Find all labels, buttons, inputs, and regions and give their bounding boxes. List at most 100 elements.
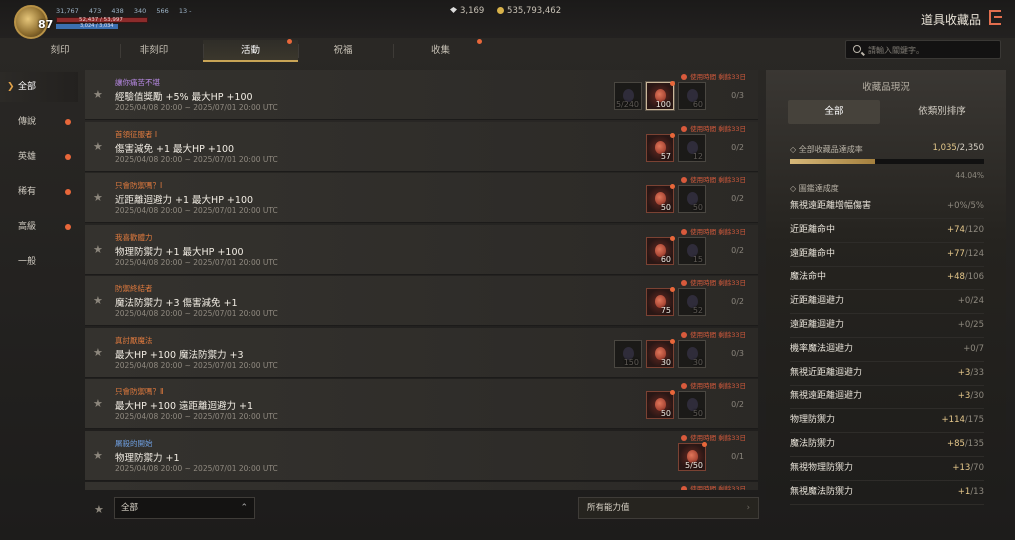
search-box[interactable]: [845, 40, 1001, 59]
stat-4: 340: [133, 7, 147, 15]
item-count: 52: [692, 306, 703, 315]
item-count: 50: [660, 203, 671, 212]
progress-fraction: 0/2: [731, 297, 744, 306]
stat-value: +1/13: [958, 481, 984, 503]
alert-icon: [681, 177, 688, 183]
sidebar-item-label: 傳說: [18, 117, 37, 127]
search-icon: [853, 45, 861, 53]
sidebar-item-1[interactable]: 傳說: [0, 107, 78, 137]
sidebar-item-5[interactable]: 一般: [0, 247, 78, 277]
favorite-star-icon[interactable]: ★: [93, 294, 103, 307]
collection-row[interactable]: ★ 防禦終結者 魔法防禦力 +3 傷害減免 +1 2025/04/08 20:00 ~…: [85, 276, 758, 326]
collection-row[interactable]: ★ 只會防禦嗎？Ⅱ 最大HP +100 遠距離迴避力 +1 2025/04/08 20…: [85, 379, 758, 429]
tab-label: 收集: [430, 45, 450, 56]
item-slot[interactable]: 15: [678, 236, 706, 265]
item-slot[interactable]: 12: [678, 133, 706, 162]
item-slot[interactable]: 50: [646, 184, 675, 213]
item-slot[interactable]: 60: [646, 235, 675, 265]
alert-icon: [681, 74, 688, 80]
item-slot[interactable]: 75: [646, 287, 675, 316]
time-remaining: 使用時間 剩餘33日: [681, 277, 746, 287]
sidebar-item-2[interactable]: 英雄: [0, 142, 78, 172]
item-slot[interactable]: 100: [646, 81, 675, 110]
item-slot[interactable]: 50: [678, 391, 706, 419]
timer-text: 使用時間 剩餘33日: [690, 176, 746, 184]
all-stats-button[interactable]: 所有能力值 ›: [578, 497, 759, 519]
collection-row[interactable]: ★ 真討厭魔法 最大HP +100 魔法防禦力 +3 2025/04/08 20:00…: [85, 327, 758, 378]
tab-2[interactable]: 活動: [203, 39, 298, 62]
collection-name: 讓你痛苦不堪: [115, 78, 160, 87]
stat-name: 物理防禦力: [790, 415, 836, 426]
stat-row: 魔法防禦力 +85/135: [790, 433, 984, 457]
favorite-star-icon[interactable]: ★: [93, 88, 103, 101]
item-slot[interactable]: 57: [646, 132, 675, 162]
collection-row[interactable]: 使用時間 剩餘33日: [85, 482, 758, 490]
collection-period: 2025/04/08 20:00 ~ 2025/07/01 20:00 UTC: [115, 103, 278, 112]
tab-label: 活動: [240, 45, 260, 56]
mp-bar: 3,024 / 3,034: [56, 23, 118, 29]
favorite-star-icon[interactable]: ★: [93, 140, 103, 153]
notification-dot: [65, 154, 71, 160]
item-slot[interactable]: 50: [678, 185, 706, 213]
progress-fraction: 0/1: [731, 451, 744, 461]
gem-count: 3,169: [460, 6, 485, 16]
favorite-star-icon[interactable]: ★: [93, 191, 103, 204]
stat-row: 物理防禦力 +114/175: [790, 409, 984, 434]
favorite-filter-icon[interactable]: ★: [94, 503, 104, 516]
filter-dropdown[interactable]: 全部 ⌃: [114, 497, 255, 519]
favorite-star-icon[interactable]: ★: [93, 243, 103, 256]
stat-current: +77: [946, 248, 965, 259]
item-slot[interactable]: 52: [678, 288, 706, 316]
tab-sort-by-category[interactable]: 依類別排序: [892, 100, 992, 124]
stat-max: /124: [964, 248, 984, 259]
sidebar-item-0[interactable]: ❯ 全部: [0, 72, 78, 102]
item-slot[interactable]: 150: [614, 339, 642, 368]
collection-effect: 近距離迴避力 +1 最大HP +100: [115, 195, 254, 206]
collection-name: 屠殺的開始: [115, 438, 153, 448]
collection-row[interactable]: ★ 我喜歡體力 物理防禦力 +1 最大HP +100 2025/04/08 20:00…: [85, 224, 758, 275]
progress-fraction: 0/2: [731, 245, 744, 255]
stat-current: +3: [957, 367, 971, 378]
collection-effect: 魔法防禦力 +3 傷害減免 +1: [115, 298, 238, 309]
item-slot[interactable]: 5/50: [678, 441, 707, 471]
favorite-star-icon[interactable]: ★: [93, 346, 103, 359]
tab-0[interactable]: 刻印: [0, 40, 120, 62]
stat-name: 魔法防禦力: [790, 439, 836, 449]
tab-1[interactable]: 非刻印: [120, 40, 188, 62]
exit-icon[interactable]: [989, 10, 1002, 25]
favorite-star-icon[interactable]: ★: [93, 449, 103, 462]
stat-value: +85/135: [947, 433, 984, 455]
collection-row[interactable]: ★ 讓你痛苦不堪 經驗值獎勵 +5% 最大HP +100 2025/04/08 20:…: [85, 70, 758, 120]
collection-row[interactable]: ★ 首領征服者 Ⅰ 傷害減免 +1 最大HP +100 2025/04/08 20:0…: [85, 121, 758, 172]
tab-separator: [203, 44, 204, 58]
favorite-star-icon[interactable]: ★: [93, 397, 103, 410]
currency: 3,169 535,793,462: [450, 6, 561, 16]
item-slot[interactable]: 30: [646, 338, 675, 368]
collection-row[interactable]: ★ 只會防禦嗎？Ⅰ 近距離迴避力 +1 最大HP +100 2025/04/08 20…: [85, 173, 758, 223]
sidebar-item-4[interactable]: 高級: [0, 212, 78, 242]
tab-label: 非刻印: [139, 45, 169, 56]
stat-row: 無視遠距離增幅傷害 +0%/5%: [790, 195, 984, 219]
collection-row[interactable]: ★ 屠殺的開始 物理防禦力 +1 2025/04/08 20:00 ~ 2025/07…: [85, 430, 758, 481]
sidebar-item-3[interactable]: 稀有: [0, 177, 78, 207]
alert-icon: [681, 280, 688, 286]
stat-row: 遠距離迴避力 +0/25: [790, 314, 984, 338]
stat-current: +48: [946, 272, 965, 283]
tab-3[interactable]: 祝福: [298, 40, 388, 62]
collection-name: 首領征服者 Ⅰ: [115, 129, 158, 139]
item-slot[interactable]: 60: [678, 82, 706, 110]
character-stats: 31,767 473 438 340 566 13 -: [56, 7, 200, 15]
gold-count: 535,793,462: [507, 6, 562, 16]
notification-dot: [670, 338, 675, 344]
tab-all[interactable]: 全部: [788, 100, 880, 124]
item-slot[interactable]: 30: [678, 339, 706, 368]
timer-text: 使用時間 剩餘33日: [690, 227, 746, 236]
item-slot[interactable]: 50: [646, 390, 675, 419]
collection-name: 只會防禦嗎？Ⅰ: [115, 181, 163, 190]
notification-dot: [65, 119, 71, 125]
item-count: 60: [692, 100, 703, 109]
item-slot[interactable]: 5/240: [614, 82, 642, 110]
search-input[interactable]: [868, 43, 993, 57]
stat-value: +0/25: [958, 314, 984, 336]
tab-4[interactable]: 收集: [393, 39, 488, 62]
